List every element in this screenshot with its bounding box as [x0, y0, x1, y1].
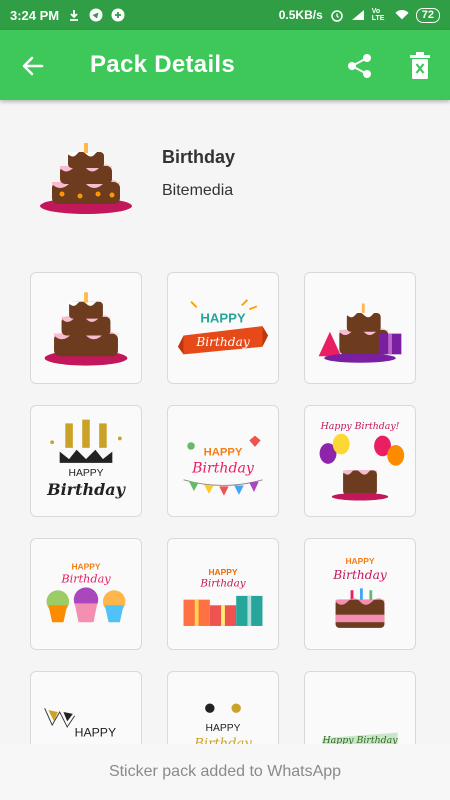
net-speed: 0.5KB/s: [278, 8, 323, 22]
wifi-icon: [395, 8, 409, 22]
svg-text:Birthday: Birthday: [193, 737, 252, 744]
volte-label: Vo LTE: [371, 8, 385, 22]
add-circle-icon: [111, 8, 125, 22]
svg-text:HAPPY: HAPPY: [345, 556, 374, 566]
svg-text:Birthday: Birthday: [195, 335, 251, 349]
sticker-gifts[interactable]: HAPPY Birthday: [167, 538, 279, 650]
svg-text:HAPPY: HAPPY: [204, 446, 243, 458]
page-title: Pack Details: [90, 51, 236, 78]
green-ribbon-sticker-image: Happy Birthday: [321, 732, 398, 744]
pack-tray-image: [36, 140, 136, 220]
gold-bunting-sticker-image: HAPPY Birthday: [44, 708, 118, 744]
svg-text:Happy Birthday: Happy Birthday: [321, 735, 398, 744]
svg-text:Happy Birthday!: Happy Birthday!: [320, 421, 400, 432]
svg-text:HAPPY: HAPPY: [68, 468, 103, 479]
cake-sticker-image: [44, 292, 128, 366]
svg-text:Birthday: Birthday: [46, 480, 126, 499]
sticker-bunting-happy-birthday[interactable]: HAPPY Birthday: [167, 405, 279, 517]
status-time: 3:24 PM: [10, 7, 60, 23]
status-bar: 3:24 PM 0.5KB/s Vo LTE 72: [0, 0, 450, 30]
sticker-gold-candles[interactable]: HAPPY Birthday: [30, 405, 142, 517]
svg-text:HAPPY: HAPPY: [71, 562, 100, 572]
cake-gift-sticker-image: [318, 303, 402, 363]
alarm-icon: [330, 8, 344, 22]
ribbon-sticker-image: HAPPY Birthday: [177, 299, 269, 355]
gold-candles-sticker-image: HAPPY Birthday: [46, 419, 127, 499]
balloons-cake-sticker-image: Happy Birthday!: [320, 421, 405, 501]
sticker-grid: HAPPY Birthday HAPPY Birthday HAPPY Birt…: [0, 272, 450, 744]
download-icon: [67, 8, 81, 22]
sticker-cake[interactable]: [30, 272, 142, 384]
sticker-pink-cake[interactable]: HAPPY Birthday: [304, 538, 416, 650]
share-icon: [348, 54, 371, 78]
svg-text:Birthday: Birthday: [332, 568, 388, 582]
cupcakes-sticker-image: HAPPY Birthday: [46, 562, 126, 623]
pack-publisher: Bitemedia: [162, 182, 234, 199]
svg-text:Birthday: Birthday: [199, 577, 245, 589]
bunting-sticker-image: HAPPY Birthday: [183, 435, 263, 496]
svg-text:HAPPY: HAPPY: [75, 725, 116, 739]
sticker-cake-with-gift[interactable]: [304, 272, 416, 384]
sticker-cupcakes[interactable]: HAPPY Birthday: [30, 538, 142, 650]
pack-name: Birthday: [162, 147, 236, 167]
back-button[interactable]: [20, 53, 46, 79]
telegram-icon: [89, 8, 103, 22]
sticker-gold-bunting[interactable]: HAPPY Birthday: [30, 671, 142, 744]
gold-confetti-sticker-image: HAPPY Birthday: [193, 703, 252, 744]
birthday-cake-icon: [40, 143, 132, 214]
sticker-gold-confetti[interactable]: HAPPY Birthday: [167, 671, 279, 744]
delete-icon: [410, 52, 430, 79]
pink-cake-sticker-image: HAPPY Birthday: [332, 556, 388, 628]
svg-text:Birthday: Birthday: [191, 460, 255, 476]
sticker-happy-birthday-ribbon[interactable]: HAPPY Birthday: [167, 272, 279, 384]
sticker-green-ribbon[interactable]: Happy Birthday: [304, 671, 416, 744]
status-left: 3:24 PM: [10, 8, 125, 23]
svg-text:HAPPY: HAPPY: [200, 310, 246, 325]
battery-icon: 72: [415, 7, 440, 23]
signal-icon: [351, 8, 365, 22]
status-right: 0.5KB/s Vo LTE 72: [278, 7, 440, 23]
arrow-left-icon: [22, 56, 44, 76]
toast-message: Sticker pack added to WhatsApp: [0, 744, 450, 800]
svg-text:HAPPY: HAPPY: [208, 567, 237, 577]
sticker-balloons-cake[interactable]: Happy Birthday!: [304, 405, 416, 517]
svg-text:Birthday: Birthday: [60, 573, 111, 586]
delete-button[interactable]: [408, 52, 432, 80]
app-bar: Pack Details: [0, 30, 450, 100]
gifts-sticker-image: HAPPY Birthday: [183, 567, 263, 626]
svg-text:HAPPY: HAPPY: [205, 723, 240, 734]
share-button[interactable]: [346, 52, 374, 80]
